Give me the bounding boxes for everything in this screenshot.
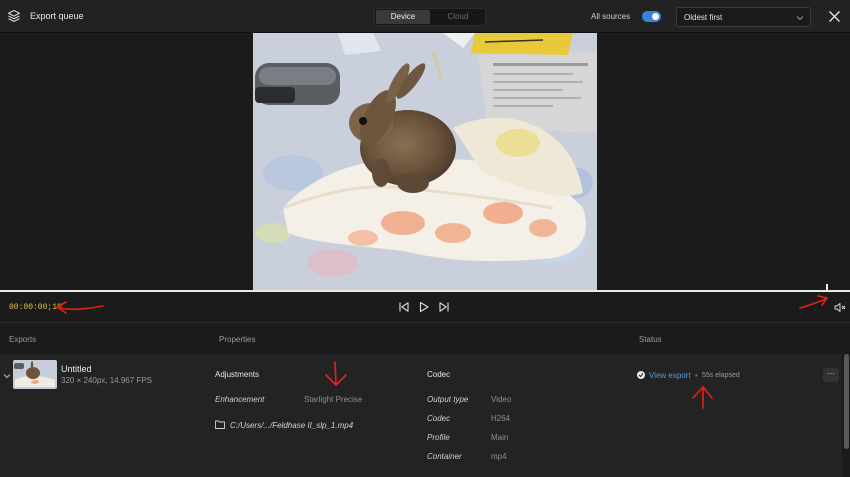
transport-bar: 00:00:00;10: [0, 292, 850, 323]
chevron-down-icon[interactable]: [3, 372, 11, 380]
exports-table-header: Exports Properties Status: [0, 324, 850, 354]
view-export-link[interactable]: View export: [649, 371, 691, 380]
source-segmented-control: Device Cloud: [374, 8, 486, 26]
timecode-readout: 00:00:00;10: [9, 303, 62, 312]
codec-prop-label: Output type: [427, 395, 469, 404]
check-circle-icon: [637, 371, 645, 379]
video-preview: [0, 33, 850, 290]
export-name: Untitled: [61, 364, 92, 374]
elapsed-time: 55s elapsed: [702, 372, 740, 379]
skip-forward-icon[interactable]: [438, 301, 450, 313]
codec-prop-value: Video: [491, 395, 512, 404]
tab-device[interactable]: Device: [376, 10, 430, 24]
skip-back-icon[interactable]: [398, 301, 410, 313]
all-sources-toggle[interactable]: [642, 11, 661, 22]
enhancement-value: Starlight Precise: [304, 395, 363, 404]
column-header-status: Status: [639, 335, 662, 344]
codec-prop-value: H264: [491, 414, 511, 423]
export-thumbnail: [13, 360, 57, 389]
video-frame: [253, 33, 597, 290]
codec-prop-label: Codec: [427, 414, 451, 423]
close-icon[interactable]: [828, 10, 841, 23]
adjustments-heading: Adjustments: [215, 370, 260, 379]
codec-prop-value: Main: [491, 433, 509, 442]
toggle-knob: [652, 13, 659, 20]
sort-dropdown[interactable]: Oldest first: [676, 7, 811, 27]
more-icon[interactable]: ···: [823, 368, 839, 382]
column-header-properties: Properties: [219, 335, 256, 344]
folder-icon: [215, 420, 225, 429]
codec-heading: Codec: [427, 370, 451, 379]
export-meta: 320 × 240px, 14.967 FPS: [61, 376, 152, 385]
codec-prop-value: mp4: [491, 452, 507, 461]
top-bar: Export queue Device Cloud All sources Ol…: [0, 0, 850, 33]
sort-dropdown-value: Oldest first: [684, 13, 723, 22]
output-path[interactable]: C:/Users/.../Feldhase II_slp_1.mp4: [230, 421, 353, 430]
tab-cloud[interactable]: Cloud: [431, 10, 485, 24]
column-header-exports: Exports: [9, 335, 37, 344]
codec-prop-label: Profile: [427, 433, 450, 442]
volume-muted-icon[interactable]: [834, 302, 846, 313]
scrollbar-thumb[interactable]: [844, 354, 849, 449]
all-sources-label: All sources: [591, 12, 631, 21]
page-title: Export queue: [30, 11, 84, 21]
status-separator: •: [695, 371, 698, 380]
layers-icon: [7, 9, 21, 22]
codec-prop-label: Container: [427, 452, 462, 461]
enhancement-label: Enhancement: [215, 395, 265, 404]
chevron-down-icon: [796, 16, 804, 21]
list-scrollbar[interactable]: [843, 354, 850, 477]
play-icon[interactable]: [418, 301, 430, 313]
export-row[interactable]: Untitled 320 × 240px, 14.967 FPS Adjustm…: [0, 354, 842, 477]
